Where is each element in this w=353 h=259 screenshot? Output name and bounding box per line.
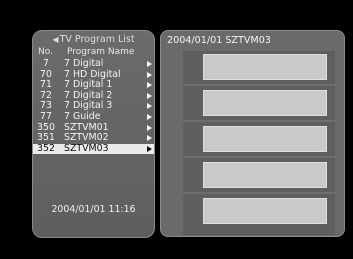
epg-event-slot[interactable] xyxy=(203,198,327,224)
right-triangle-icon xyxy=(147,145,152,152)
left-triangle-icon: ◀ xyxy=(52,35,59,44)
program-list-panel: ◀TV Program List No. Program Name 7 7 Di… xyxy=(32,30,155,238)
column-header-no: No. xyxy=(38,47,53,57)
column-header-name: Program Name xyxy=(67,47,135,57)
right-triangle-icon xyxy=(147,82,152,89)
program-row[interactable]: 77 7 Guide xyxy=(33,110,154,123)
program-row-selected[interactable]: 352 SZTVM03 xyxy=(33,142,154,155)
program-number: 352 xyxy=(37,142,55,154)
program-name: 7 Guide xyxy=(64,110,101,122)
program-list: 7 7 Digital 70 7 HD Digital 71 7 Digital… xyxy=(33,58,154,155)
epg-slot-divider xyxy=(183,156,335,158)
epg-event-slot[interactable] xyxy=(203,162,327,188)
tv-screen: ◀TV Program List No. Program Name 7 7 Di… xyxy=(0,0,353,259)
right-triangle-icon xyxy=(147,135,152,142)
right-triangle-icon xyxy=(147,92,152,99)
program-number: 77 xyxy=(40,110,52,122)
epg-event-slot[interactable] xyxy=(203,90,327,116)
epg-slot-divider xyxy=(183,192,335,194)
right-triangle-icon xyxy=(147,124,152,131)
right-triangle-icon xyxy=(147,61,152,67)
epg-slot-divider xyxy=(183,84,335,86)
right-triangle-icon xyxy=(147,103,152,110)
right-triangle-icon xyxy=(147,113,152,120)
current-datetime: 2004/01/01 11:16 xyxy=(51,204,136,215)
epg-slot-divider xyxy=(183,120,335,122)
epg-title: 2004/01/01 SZTVM03 xyxy=(167,35,271,46)
program-list-header: No. Program Name xyxy=(33,47,154,58)
right-triangle-icon xyxy=(147,71,152,78)
program-list-title-text: TV Program List xyxy=(59,34,135,45)
epg-body xyxy=(183,51,335,235)
program-name: SZTVM03 xyxy=(64,142,109,154)
epg-panel: 2004/01/01 SZTVM03 xyxy=(160,30,345,237)
program-name: 7 Digital xyxy=(64,58,104,69)
program-row[interactable]: 7 7 Digital xyxy=(33,58,154,70)
program-number: 7 xyxy=(43,58,49,69)
epg-event-slot[interactable] xyxy=(203,126,327,152)
program-list-title: ◀TV Program List xyxy=(33,34,154,46)
epg-event-slot[interactable] xyxy=(203,54,327,80)
